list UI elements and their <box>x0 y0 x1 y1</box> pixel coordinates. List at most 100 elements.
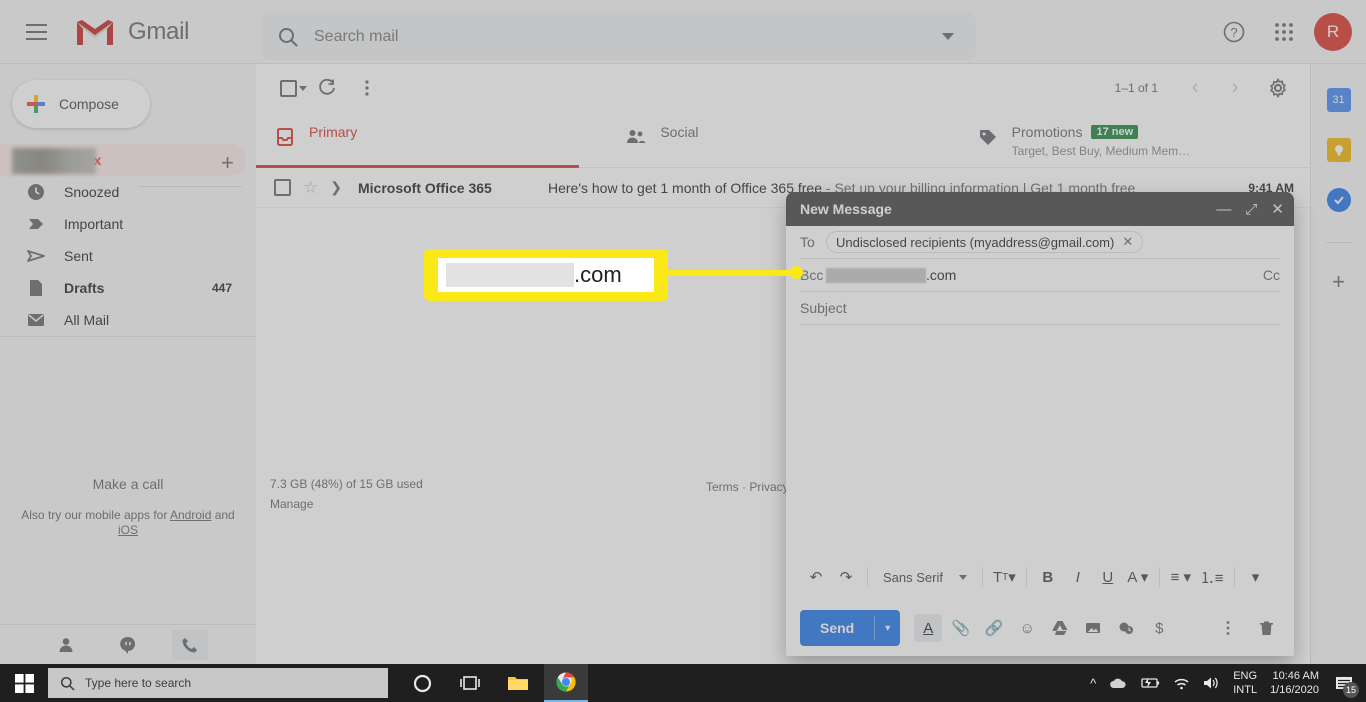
show-hidden-icons-icon[interactable]: ^ <box>1090 676 1096 691</box>
compose-body[interactable] <box>786 325 1294 560</box>
insert-link-icon[interactable]: 🔗 <box>980 614 1008 642</box>
battery-charging-icon[interactable] <box>1140 677 1160 689</box>
sidebar-item-all-mail[interactable]: All Mail <box>0 304 246 336</box>
star-icon[interactable]: ☆ <box>303 178 318 198</box>
subject-placeholder: Subject <box>800 300 847 316</box>
font-family-selector[interactable]: Sans Serif <box>875 562 975 592</box>
bold-button[interactable]: B <box>1034 562 1062 592</box>
android-link[interactable]: Android <box>170 508 211 522</box>
important-marker-icon[interactable]: ❯ <box>330 179 342 196</box>
wifi-icon[interactable] <box>1173 677 1190 690</box>
phone-icon[interactable] <box>172 629 208 660</box>
google-keep-icon[interactable] <box>1326 138 1351 162</box>
checkbox-icon[interactable] <box>280 79 297 97</box>
select-all-control[interactable] <box>280 79 307 97</box>
file-explorer-icon[interactable] <box>496 664 540 702</box>
add-icon[interactable]: + <box>1332 269 1345 295</box>
compose-to-field[interactable]: To Undisclosed recipients (myaddress@gma… <box>800 226 1280 259</box>
recipient-chip[interactable]: Undisclosed recipients (myaddress@gmail.… <box>826 231 1144 253</box>
chevron-right-icon[interactable]: › <box>1218 71 1252 105</box>
attach-file-icon[interactable]: 📎 <box>947 614 975 642</box>
hangouts-icon[interactable] <box>110 630 146 660</box>
numbered-list-icon[interactable]: ⒈≡ <box>1197 562 1227 592</box>
sidebar-item-label: Sent <box>64 248 93 264</box>
send-button[interactable]: Send ▾ <box>800 610 901 646</box>
chevron-down-icon[interactable]: ▾ <box>875 623 900 634</box>
tab-text: Primary <box>309 124 357 140</box>
search-input[interactable] <box>314 27 942 46</box>
sidebar-item-sent[interactable]: Sent <box>0 240 246 272</box>
more-vertical-icon[interactable] <box>1214 614 1242 642</box>
task-view-icon[interactable] <box>448 664 492 702</box>
chevron-left-icon[interactable]: ‹ <box>1178 71 1212 105</box>
insert-photo-icon[interactable] <box>1079 614 1107 642</box>
sidebar-item-drafts[interactable]: Drafts 447 <box>0 272 246 304</box>
make-a-call-link[interactable]: Make a call <box>0 476 256 492</box>
manage-storage-link[interactable]: Manage <box>270 494 423 514</box>
apps-grid-icon[interactable] <box>1264 12 1304 52</box>
hangouts-profile-name-redacted <box>12 148 96 174</box>
cortana-icon[interactable] <box>400 664 444 702</box>
language-indicator[interactable]: ENG INTL <box>1233 669 1257 697</box>
minimize-icon[interactable]: — <box>1216 202 1231 217</box>
close-icon[interactable]: ✕ <box>1122 234 1133 250</box>
action-center-icon[interactable]: 15 <box>1332 671 1359 698</box>
contacts-icon[interactable] <box>48 630 84 660</box>
avatar[interactable]: R <box>1314 13 1352 51</box>
sidebar-item-label: Important <box>64 216 124 232</box>
compose-button[interactable]: Compose <box>12 80 150 128</box>
hangouts-add-icon[interactable]: + <box>221 150 234 176</box>
chevron-down-icon[interactable] <box>299 85 307 91</box>
italic-button[interactable]: I <box>1064 562 1092 592</box>
gmail-logo[interactable]: Gmail <box>74 16 189 48</box>
google-chrome-icon[interactable] <box>544 664 588 702</box>
compose-titlebar[interactable]: New Message — ⤢ ✕ <box>786 192 1294 226</box>
hamburger-menu-icon[interactable] <box>12 8 60 56</box>
refresh-icon[interactable] <box>307 68 347 108</box>
compose-bcc-field[interactable]: Bcc .com Cc <box>800 259 1280 292</box>
redo-icon[interactable]: ↷ <box>832 562 860 592</box>
google-drive-icon[interactable] <box>1046 614 1074 642</box>
compose-subject-field[interactable]: Subject <box>800 292 1280 325</box>
sidebar-item-label: Drafts <box>64 280 105 296</box>
font-size-icon[interactable]: TT ▾ <box>990 562 1019 592</box>
underline-button[interactable]: U <box>1094 562 1122 592</box>
google-tasks-icon[interactable] <box>1326 188 1351 212</box>
sidebar-item-important[interactable]: Important <box>0 208 246 240</box>
tab-promotions[interactable]: Promotions 17 new Target, Best Buy, Medi… <box>959 112 1310 167</box>
tab-social[interactable]: Social <box>607 112 958 167</box>
tab-primary[interactable]: Primary <box>256 112 607 168</box>
google-calendar-icon[interactable]: 31 <box>1326 88 1351 112</box>
more-vertical-icon[interactable] <box>347 68 387 108</box>
formatting-icon[interactable]: A <box>914 614 943 642</box>
search-bar[interactable] <box>262 13 976 60</box>
close-icon[interactable]: ✕ <box>1271 202 1284 217</box>
pagination-controls: 1–1 of 1 ‹ › <box>1115 68 1298 108</box>
align-icon[interactable]: ≡ ▾ <box>1167 562 1195 592</box>
ios-link[interactable]: iOS <box>118 523 138 537</box>
chat-bar <box>0 624 256 664</box>
cc-link[interactable]: Cc <box>1263 267 1280 283</box>
text-color-icon[interactable]: A ▾ <box>1124 562 1152 592</box>
callout-redacted-value <box>446 263 574 287</box>
more-format-icon[interactable]: ▾ <box>1242 562 1270 592</box>
undo-icon[interactable]: ↶ <box>802 562 830 592</box>
expand-icon[interactable]: ⤢ <box>1245 202 1257 217</box>
help-icon[interactable]: ? <box>1214 12 1254 52</box>
taskbar-search-input[interactable]: Type here to search <box>48 668 388 698</box>
font-family-value: Sans Serif <box>883 569 943 585</box>
windows-start-icon[interactable] <box>0 664 48 702</box>
gear-icon[interactable] <box>1258 68 1298 108</box>
trash-icon[interactable] <box>1252 614 1280 642</box>
confidential-mode-icon[interactable] <box>1112 614 1140 642</box>
search-icon <box>60 676 75 691</box>
volume-icon[interactable] <box>1203 676 1220 690</box>
onedrive-icon[interactable] <box>1109 677 1127 689</box>
checkbox-icon[interactable] <box>274 179 291 196</box>
clock[interactable]: 10:46 AM 1/16/2020 <box>1270 669 1319 697</box>
insert-money-icon[interactable]: $ <box>1145 614 1173 642</box>
sidebar-item-snoozed[interactable]: Snoozed <box>0 176 246 208</box>
search-options-chevron-down-icon[interactable] <box>942 33 954 40</box>
insert-emoji-icon[interactable]: ☺ <box>1013 614 1041 642</box>
system-tray: ^ ENG INTL 10:46 AM 1/16/2020 15 <box>1090 669 1366 698</box>
